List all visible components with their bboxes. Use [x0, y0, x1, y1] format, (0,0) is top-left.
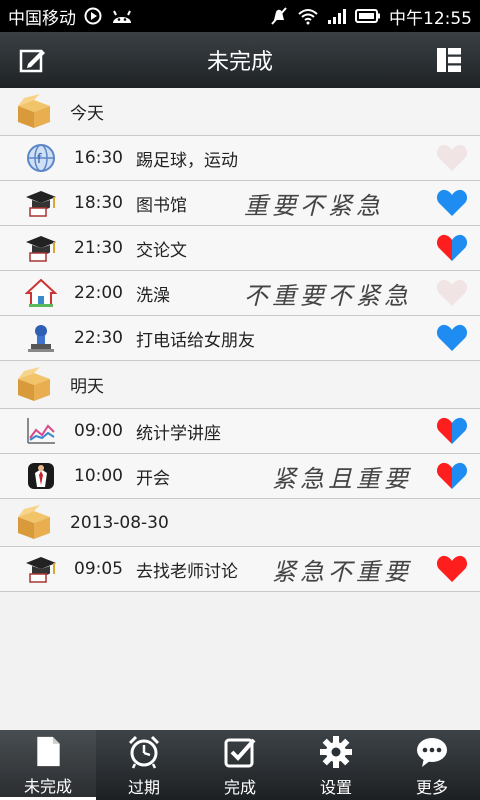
list-item[interactable]: f 16:30 踢足球，运动 [0, 136, 480, 181]
gear-icon [320, 736, 352, 768]
list-item[interactable]: 10:00 开会 紧急且重要 [0, 454, 480, 499]
signal-icon [328, 9, 346, 24]
group-label: 今天 [70, 104, 104, 124]
chart-icon [24, 414, 58, 448]
priority-note: 紧急且重要 [272, 464, 412, 493]
list-item[interactable]: 22:00 洗澡 不重要不紧急 [0, 271, 480, 316]
priority-note: 不重要不紧急 [244, 281, 412, 310]
tab-more[interactable]: 更多 [384, 730, 480, 800]
heart-icon[interactable] [436, 554, 468, 584]
android-icon [113, 10, 131, 23]
tab-label: 过期 [127, 778, 160, 797]
heart-icon[interactable] [436, 461, 468, 491]
bottom-tab-bar: 未完成 过期 完成 设置 更多 [0, 730, 480, 800]
edit-icon[interactable] [18, 45, 48, 75]
svg-text:f: f [37, 152, 42, 167]
title-bar: 未完成 [0, 32, 480, 88]
heart-icon[interactable] [436, 416, 468, 446]
heart-icon[interactable] [436, 323, 468, 353]
stamp-icon [24, 321, 58, 355]
item-time: 10:00 [74, 466, 123, 486]
status-bar: 中国移动 中午12:55 [0, 0, 480, 32]
item-title: 洗澡 [136, 285, 170, 306]
box-icon [18, 504, 50, 539]
item-title: 去找老师讨论 [136, 561, 238, 582]
priority-note: 紧急不重要 [272, 557, 412, 586]
carrier-label: 中国移动 [8, 8, 76, 29]
tab-completed[interactable]: 完成 [192, 730, 288, 800]
graduation-cap-icon [24, 231, 58, 265]
house-icon [24, 276, 58, 310]
list-item[interactable]: 21:30 交论文 [0, 226, 480, 271]
group-header: 明天 [0, 361, 480, 409]
group-header: 2013-08-30 [0, 499, 480, 547]
suit-icon [24, 459, 58, 493]
heart-icon[interactable] [436, 233, 468, 263]
checkbox-icon [224, 738, 256, 768]
tab-label: 设置 [319, 778, 352, 797]
priority-note: 重要不紧急 [244, 191, 384, 220]
mute-icon [271, 7, 287, 25]
item-title: 图书馆 [136, 195, 187, 216]
box-icon [18, 366, 50, 401]
item-time: 18:30 [74, 193, 123, 213]
list-item[interactable]: 09:00 统计学讲座 [0, 409, 480, 454]
wifi-icon [298, 9, 318, 25]
graduation-cap-icon [24, 552, 58, 586]
heart-icon[interactable] [436, 278, 468, 308]
tab-label: 完成 [223, 778, 256, 797]
item-title: 统计学讲座 [136, 423, 221, 444]
group-label: 2013-08-30 [70, 512, 169, 533]
task-list: 今天 f 16:30 踢足球，运动 18:30 图书馆 重要不紧急 21:30 … [0, 88, 480, 592]
chat-bubble-icon [417, 738, 447, 767]
list-menu-icon[interactable] [436, 47, 462, 73]
item-time: 09:05 [74, 559, 123, 579]
globe-icon: f [24, 141, 58, 175]
group-header: 今天 [0, 88, 480, 136]
battery-icon [355, 9, 380, 23]
page-title: 未完成 [206, 50, 273, 75]
item-time: 21:30 [74, 238, 123, 258]
tab-label: 更多 [415, 778, 448, 797]
heart-icon[interactable] [436, 188, 468, 218]
graduation-cap-icon [24, 186, 58, 220]
item-time: 16:30 [74, 148, 123, 168]
item-time: 22:30 [74, 328, 123, 348]
list-item[interactable]: 09:05 去找老师讨论 紧急不重要 [0, 547, 480, 592]
tab-overdue[interactable]: 过期 [96, 730, 192, 800]
item-time: 22:00 [74, 283, 123, 303]
tab-settings[interactable]: 设置 [288, 730, 384, 800]
list-item[interactable]: 22:30 打电话给女朋友 [0, 316, 480, 361]
play-icon [84, 7, 102, 25]
item-time: 09:00 [74, 421, 123, 441]
tab-label: 未完成 [23, 777, 72, 796]
document-icon [37, 736, 60, 767]
item-title: 交论文 [136, 240, 187, 261]
alarm-clock-icon [128, 735, 160, 769]
box-icon [18, 93, 50, 128]
tab-incomplete[interactable]: 未完成 [0, 730, 96, 800]
list-item[interactable]: 18:30 图书馆 重要不紧急 [0, 181, 480, 226]
item-title: 打电话给女朋友 [136, 330, 255, 351]
item-title: 踢足球，运动 [136, 150, 238, 171]
heart-icon[interactable] [436, 143, 468, 173]
item-title: 开会 [136, 468, 170, 489]
clock-label: 中午12:55 [389, 8, 472, 29]
group-label: 明天 [70, 377, 104, 397]
